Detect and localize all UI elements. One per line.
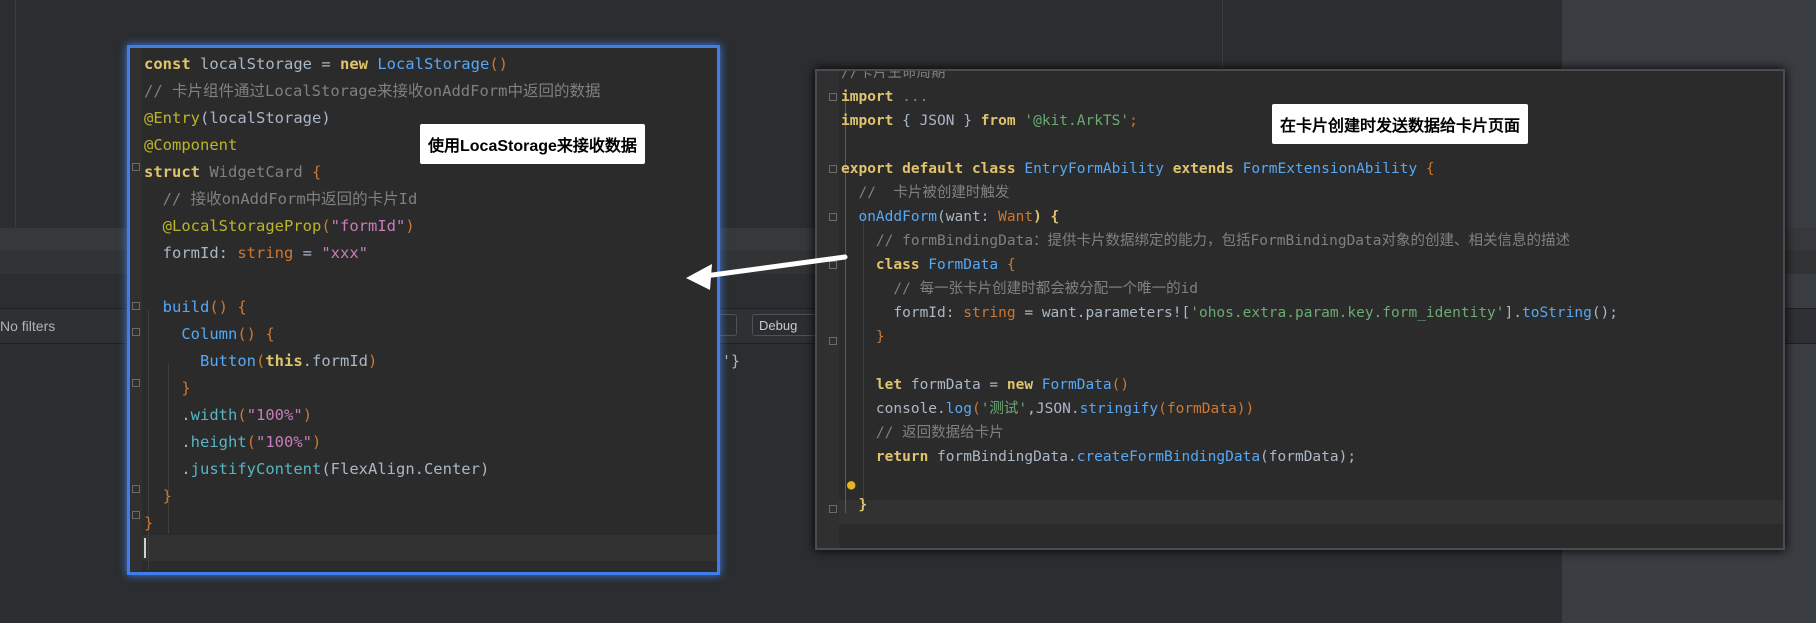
arrow-icon — [686, 254, 848, 290]
